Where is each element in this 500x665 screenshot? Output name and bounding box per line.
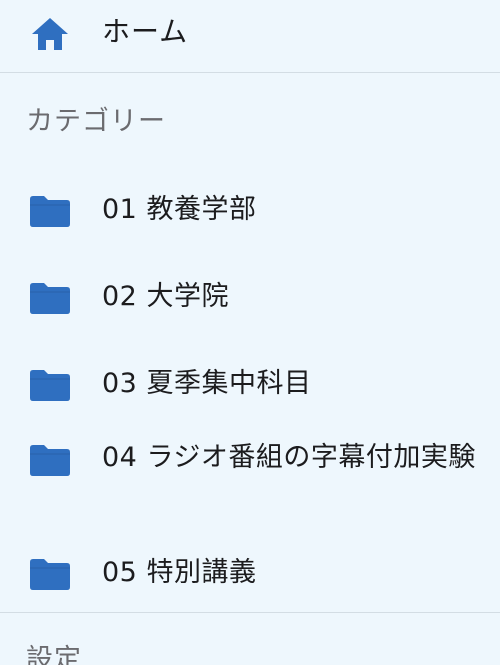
nav-item-home-label: ホーム xyxy=(102,15,189,48)
folder-icon xyxy=(28,281,72,315)
navigation-drawer: ホーム カテゴリー 01 教養学部 02 大学院 03 夏季集中科目 04 ラジ… xyxy=(0,0,500,665)
folder-icon xyxy=(28,368,72,402)
folder-icon xyxy=(28,557,72,591)
category-item-05[interactable]: 05 特別講義 xyxy=(0,553,500,613)
section-header-categories: カテゴリー xyxy=(26,106,166,137)
nav-item-home[interactable]: ホーム xyxy=(0,0,500,72)
category-item-label: 05 特別講義 xyxy=(102,557,257,588)
category-item-04[interactable]: 04 ラジオ番組の字幕付加実験 xyxy=(0,438,500,528)
folder-icon xyxy=(28,194,72,228)
section-header-settings: 設定 xyxy=(26,644,82,665)
category-item-label: 03 夏季集中科目 xyxy=(102,368,312,399)
home-icon xyxy=(30,14,70,54)
category-item-02[interactable]: 02 大学院 xyxy=(0,277,500,337)
divider xyxy=(0,612,500,613)
category-item-label: 01 教養学部 xyxy=(102,194,257,225)
folder-icon xyxy=(28,443,72,477)
category-item-label: 04 ラジオ番組の字幕付加実験 xyxy=(102,442,476,473)
category-item-01[interactable]: 01 教養学部 xyxy=(0,190,500,250)
category-item-03[interactable]: 03 夏季集中科目 xyxy=(0,364,500,424)
divider xyxy=(0,72,500,73)
category-item-label: 02 大学院 xyxy=(102,281,229,312)
